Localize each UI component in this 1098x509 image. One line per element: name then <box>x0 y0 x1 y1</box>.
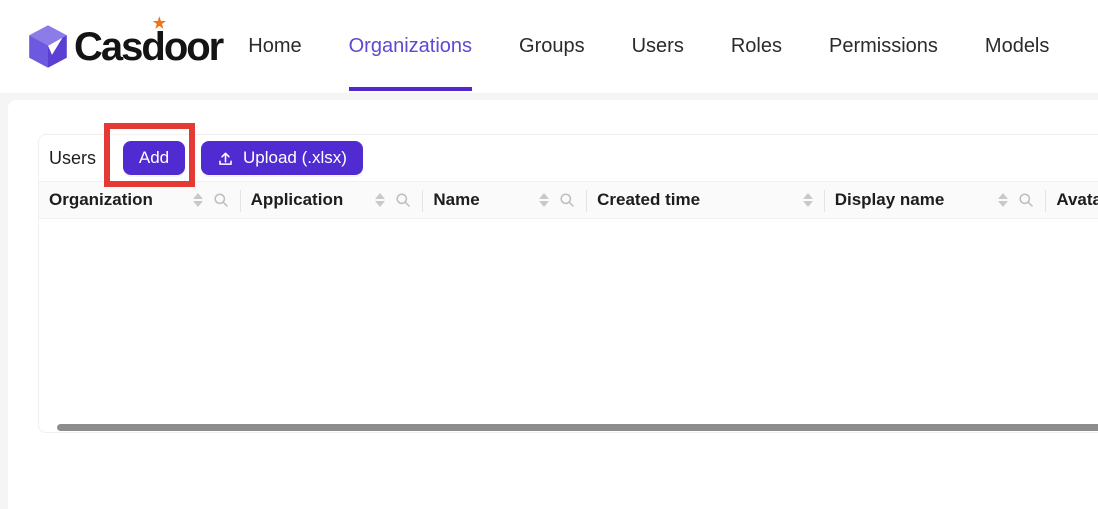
caret-down-icon <box>539 201 550 207</box>
sorter-icon[interactable] <box>375 193 386 207</box>
column-label: Application <box>250 190 344 209</box>
table-body-empty <box>39 219 1098 423</box>
caret-up-icon <box>375 193 386 199</box>
caret-up-icon <box>802 193 813 199</box>
table-header-row: Organization Application Name Created ti… <box>39 181 1098 219</box>
caret-down-icon <box>998 201 1009 207</box>
users-table-panel: Users Add Upload (.xlsx) Organization Ap… <box>38 134 1098 433</box>
panel-toolbar: Users Add Upload (.xlsx) <box>39 135 1098 181</box>
search-icon[interactable] <box>559 192 575 208</box>
nav-item-organizations[interactable]: Organizations <box>348 0 473 93</box>
scrollbar-thumb[interactable] <box>57 424 1098 431</box>
nav-item-groups[interactable]: Groups <box>519 0 585 93</box>
column-header-application[interactable]: Application <box>241 182 424 218</box>
logo-star-icon: ★ <box>152 14 167 32</box>
casdoor-logo[interactable]: Casdoor ★ <box>28 14 224 69</box>
column-header-name[interactable]: Name <box>423 182 587 218</box>
upload-button-label: Upload (.xlsx) <box>243 148 347 167</box>
column-header-created-time[interactable]: Created time <box>587 182 825 218</box>
column-header-display-name[interactable]: Display name <box>825 182 1047 218</box>
caret-up-icon <box>539 193 550 199</box>
upload-xlsx-button[interactable]: Upload (.xlsx) <box>201 141 363 175</box>
column-label: Name <box>433 190 480 209</box>
nav-item-roles[interactable]: Roles <box>731 0 782 93</box>
column-header-avatar[interactable]: Avatar <box>1046 182 1098 218</box>
panel-title: Users <box>49 147 97 168</box>
nav-item-users[interactable]: Users <box>632 0 684 93</box>
nav-item-permissions[interactable]: Permissions <box>829 0 938 93</box>
upload-icon <box>217 150 234 167</box>
top-nav-bar: Casdoor ★ Home Organizations Groups User… <box>0 0 1098 93</box>
nav-item-models[interactable]: Models <box>985 0 1049 93</box>
main-menu: Home Organizations Groups Users Roles Pe… <box>248 0 1049 93</box>
sorter-icon[interactable] <box>802 193 813 207</box>
sorter-icon[interactable] <box>998 193 1009 207</box>
search-icon[interactable] <box>1018 192 1034 208</box>
search-icon[interactable] <box>395 192 411 208</box>
annotation-highlight-box <box>104 123 195 187</box>
caret-down-icon <box>192 201 203 207</box>
horizontal-scrollbar[interactable] <box>39 423 1098 432</box>
caret-up-icon <box>998 193 1009 199</box>
caret-down-icon <box>802 201 813 207</box>
search-icon[interactable] <box>213 192 229 208</box>
sorter-icon[interactable] <box>539 193 550 207</box>
column-header-organization[interactable]: Organization <box>39 182 241 218</box>
sorter-icon[interactable] <box>192 193 203 207</box>
column-label: Avatar <box>1056 190 1098 209</box>
casdoor-cube-icon <box>28 24 68 69</box>
column-label: Created time <box>597 190 701 209</box>
caret-down-icon <box>375 201 386 207</box>
nav-item-home[interactable]: Home <box>248 0 301 93</box>
casdoor-wordmark: Casdoor ★ <box>74 14 224 69</box>
caret-up-icon <box>192 193 203 199</box>
column-label: Organization <box>49 190 153 209</box>
column-label: Display name <box>834 190 945 209</box>
